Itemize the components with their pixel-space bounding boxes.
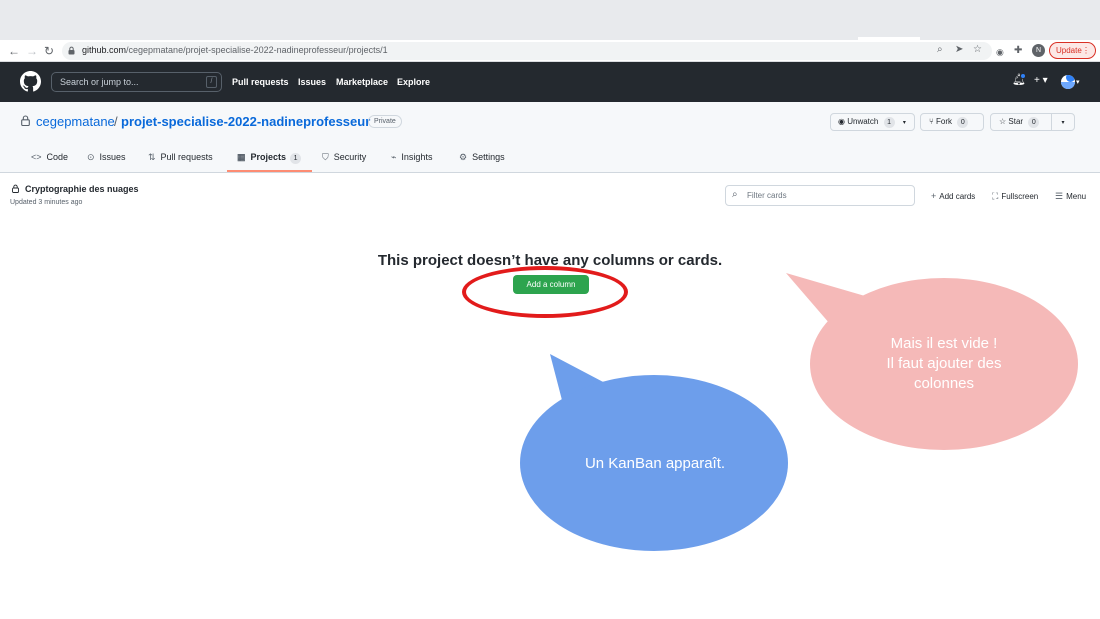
pink-bubble-line: Mais il est vide ! xyxy=(890,335,998,352)
annotation-bubbles xyxy=(520,273,1078,551)
pink-bubble-text: Mais il est vide ! Il faut ajouter des c… xyxy=(854,334,1034,394)
blue-bubble-text: Un KanBan apparaît. xyxy=(584,455,726,472)
blue-speech-bubble xyxy=(520,354,788,551)
pink-bubble-line: Il faut ajouter des xyxy=(886,355,1002,372)
pink-bubble-line: colonnes xyxy=(913,375,975,392)
